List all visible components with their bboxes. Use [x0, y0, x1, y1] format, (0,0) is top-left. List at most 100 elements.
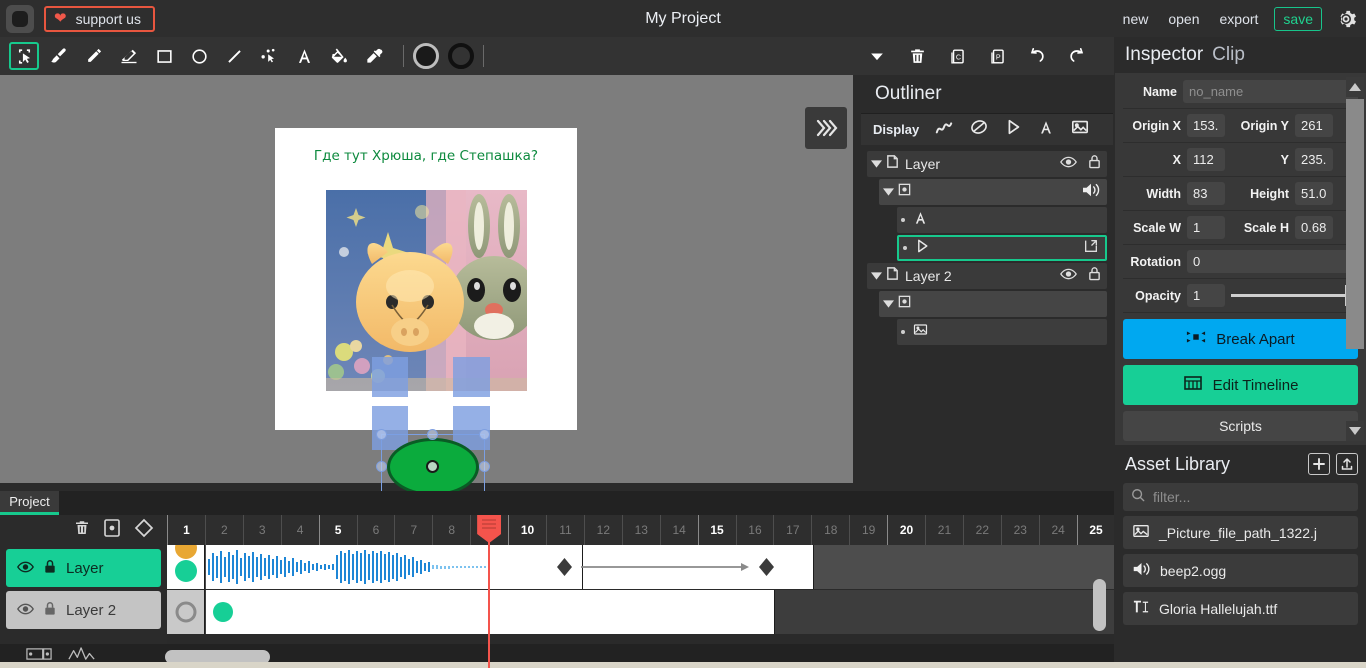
ruler-tick-10[interactable]: 10: [508, 515, 546, 545]
scroll-down-arrow-icon[interactable]: [1346, 421, 1364, 441]
asset-item-audio[interactable]: beep2.ogg: [1123, 554, 1358, 587]
cursor-tool[interactable]: [9, 42, 39, 70]
undo-icon[interactable]: [1022, 42, 1052, 70]
ruler-tick-3[interactable]: 3: [242, 515, 281, 545]
ruler-tick-17[interactable]: 17: [773, 515, 811, 545]
gear-icon[interactable]: [1334, 7, 1358, 31]
tree-item-layer-2[interactable]: Layer 2: [867, 263, 1107, 289]
image-icon[interactable]: [1070, 118, 1090, 141]
canvas-viewport[interactable]: Где тут Хрюша, где Степашка?: [0, 75, 857, 554]
clip-icon[interactable]: [1004, 118, 1022, 141]
lock-icon[interactable]: [1088, 266, 1101, 286]
shape-icon[interactable]: [969, 118, 989, 141]
lock-icon[interactable]: [43, 601, 57, 620]
resize-handle-tl[interactable]: [376, 429, 387, 440]
lock-icon[interactable]: [1088, 154, 1101, 174]
ruler-tick-16[interactable]: 16: [735, 515, 774, 545]
eye-icon[interactable]: [17, 602, 34, 619]
timeline-ruler[interactable]: 1234567891011121314151617181920212223242…: [167, 515, 1114, 545]
ruler-tick-11[interactable]: 11: [546, 515, 584, 545]
menu-open[interactable]: open: [1158, 7, 1209, 31]
caret-down-icon[interactable]: [867, 160, 885, 168]
height-input[interactable]: 51.0: [1295, 182, 1333, 205]
fill-bucket-tool[interactable]: [324, 42, 354, 70]
opacity-input[interactable]: 1: [1187, 284, 1225, 307]
playhead[interactable]: [488, 545, 491, 668]
resize-handle-tc[interactable]: [427, 429, 438, 440]
origin-y-input[interactable]: 261: [1295, 114, 1333, 137]
ruler-tick-18[interactable]: 18: [811, 515, 849, 545]
rotation-input[interactable]: 0: [1187, 250, 1358, 273]
ruler-tick-22[interactable]: 22: [962, 515, 1001, 545]
menu-export[interactable]: export: [1210, 7, 1269, 31]
timeline-clip-audio[interactable]: [167, 537, 205, 589]
width-input[interactable]: 83: [1187, 182, 1225, 205]
y-input[interactable]: 235.: [1295, 148, 1333, 171]
copy-icon[interactable]: C: [942, 42, 972, 70]
caret-down-icon[interactable]: [879, 188, 897, 196]
add-keyframe-icon[interactable]: [133, 517, 155, 544]
ruler-tick-24[interactable]: 24: [1038, 515, 1077, 545]
eraser-tool[interactable]: [114, 42, 144, 70]
timeline-layer-row-1[interactable]: Layer: [6, 549, 161, 587]
timeline-clip-waveform[interactable]: [206, 545, 549, 589]
text-tool[interactable]: [289, 42, 319, 70]
plus-icon[interactable]: [1308, 453, 1330, 475]
fill-color-swatch[interactable]: [413, 43, 439, 69]
timeline-clip-keyframes[interactable]: [547, 545, 814, 589]
keyframe-end-diamond[interactable]: [759, 558, 774, 576]
tree-item-text-object[interactable]: [897, 207, 1107, 233]
timeline-clip-layer2-body[interactable]: [206, 590, 775, 634]
tree-item-clip-group-2[interactable]: [879, 291, 1107, 317]
trash-icon[interactable]: [902, 42, 932, 70]
canvas-inner[interactable]: Где тут Хрюша, где Степашка?: [0, 75, 853, 554]
ruler-tick-6[interactable]: 6: [356, 515, 395, 545]
break-apart-button[interactable]: Break Apart: [1123, 319, 1358, 359]
lock-icon[interactable]: [43, 559, 57, 578]
pencil-tool[interactable]: [79, 42, 109, 70]
redo-icon[interactable]: [1062, 42, 1092, 70]
inspector-scrollbar[interactable]: [1346, 77, 1364, 441]
ellipse-tool[interactable]: [184, 42, 214, 70]
ruler-tick-8[interactable]: 8: [432, 515, 470, 545]
enter-clip-icon[interactable]: [1083, 238, 1099, 259]
eye-icon[interactable]: [1060, 267, 1077, 285]
tracks-vertical-scrollbar[interactable]: [1093, 579, 1106, 631]
inspector-scroll-thumb[interactable]: [1346, 99, 1364, 349]
ruler-tick-20[interactable]: 20: [887, 515, 925, 545]
path-icon[interactable]: [934, 118, 954, 141]
chevron-down-icon[interactable]: [862, 42, 892, 70]
ruler-tick-7[interactable]: 7: [394, 515, 432, 545]
playhead-ruler-line[interactable]: [477, 515, 502, 545]
path-cursor-tool[interactable]: [254, 42, 284, 70]
ruler-tick-23[interactable]: 23: [1000, 515, 1039, 545]
asset-item-font[interactable]: Gloria Hallelujah.ttf: [1123, 592, 1358, 625]
tree-item-clip-selected[interactable]: [897, 235, 1107, 261]
scale-h-input[interactable]: 0.68: [1295, 216, 1333, 239]
ruler-tick-1[interactable]: 1: [167, 515, 205, 545]
resize-handle-tr[interactable]: [479, 429, 490, 440]
menu-new[interactable]: new: [1113, 7, 1159, 31]
ruler-tick-21[interactable]: 21: [925, 515, 963, 545]
trash-icon[interactable]: [73, 519, 91, 542]
scroll-up-arrow-icon[interactable]: [1346, 77, 1364, 97]
artboard[interactable]: Где тут Хрюша, где Степашка?: [275, 128, 577, 450]
brush-tool[interactable]: [44, 42, 74, 70]
upload-icon[interactable]: [1336, 453, 1358, 475]
ruler-tick-2[interactable]: 2: [204, 515, 243, 545]
edit-timeline-button[interactable]: Edit Timeline: [1123, 365, 1358, 405]
resize-handle-mr[interactable]: [479, 461, 490, 472]
origin-handle[interactable]: [426, 460, 439, 473]
name-input[interactable]: no_name: [1183, 80, 1358, 103]
line-tool[interactable]: [219, 42, 249, 70]
rectangle-tool[interactable]: [149, 42, 179, 70]
eye-icon[interactable]: [1060, 155, 1077, 173]
ruler-tick-19[interactable]: 19: [849, 515, 887, 545]
eye-icon[interactable]: [17, 560, 34, 577]
app-logo-button[interactable]: [6, 4, 34, 33]
caret-down-icon[interactable]: [879, 300, 897, 308]
asset-item-image[interactable]: _Picture_file_path_1322.j: [1123, 516, 1358, 549]
scale-w-input[interactable]: 1: [1187, 216, 1225, 239]
opacity-slider[interactable]: [1231, 284, 1358, 307]
chevrons-right-icon[interactable]: [805, 107, 847, 149]
